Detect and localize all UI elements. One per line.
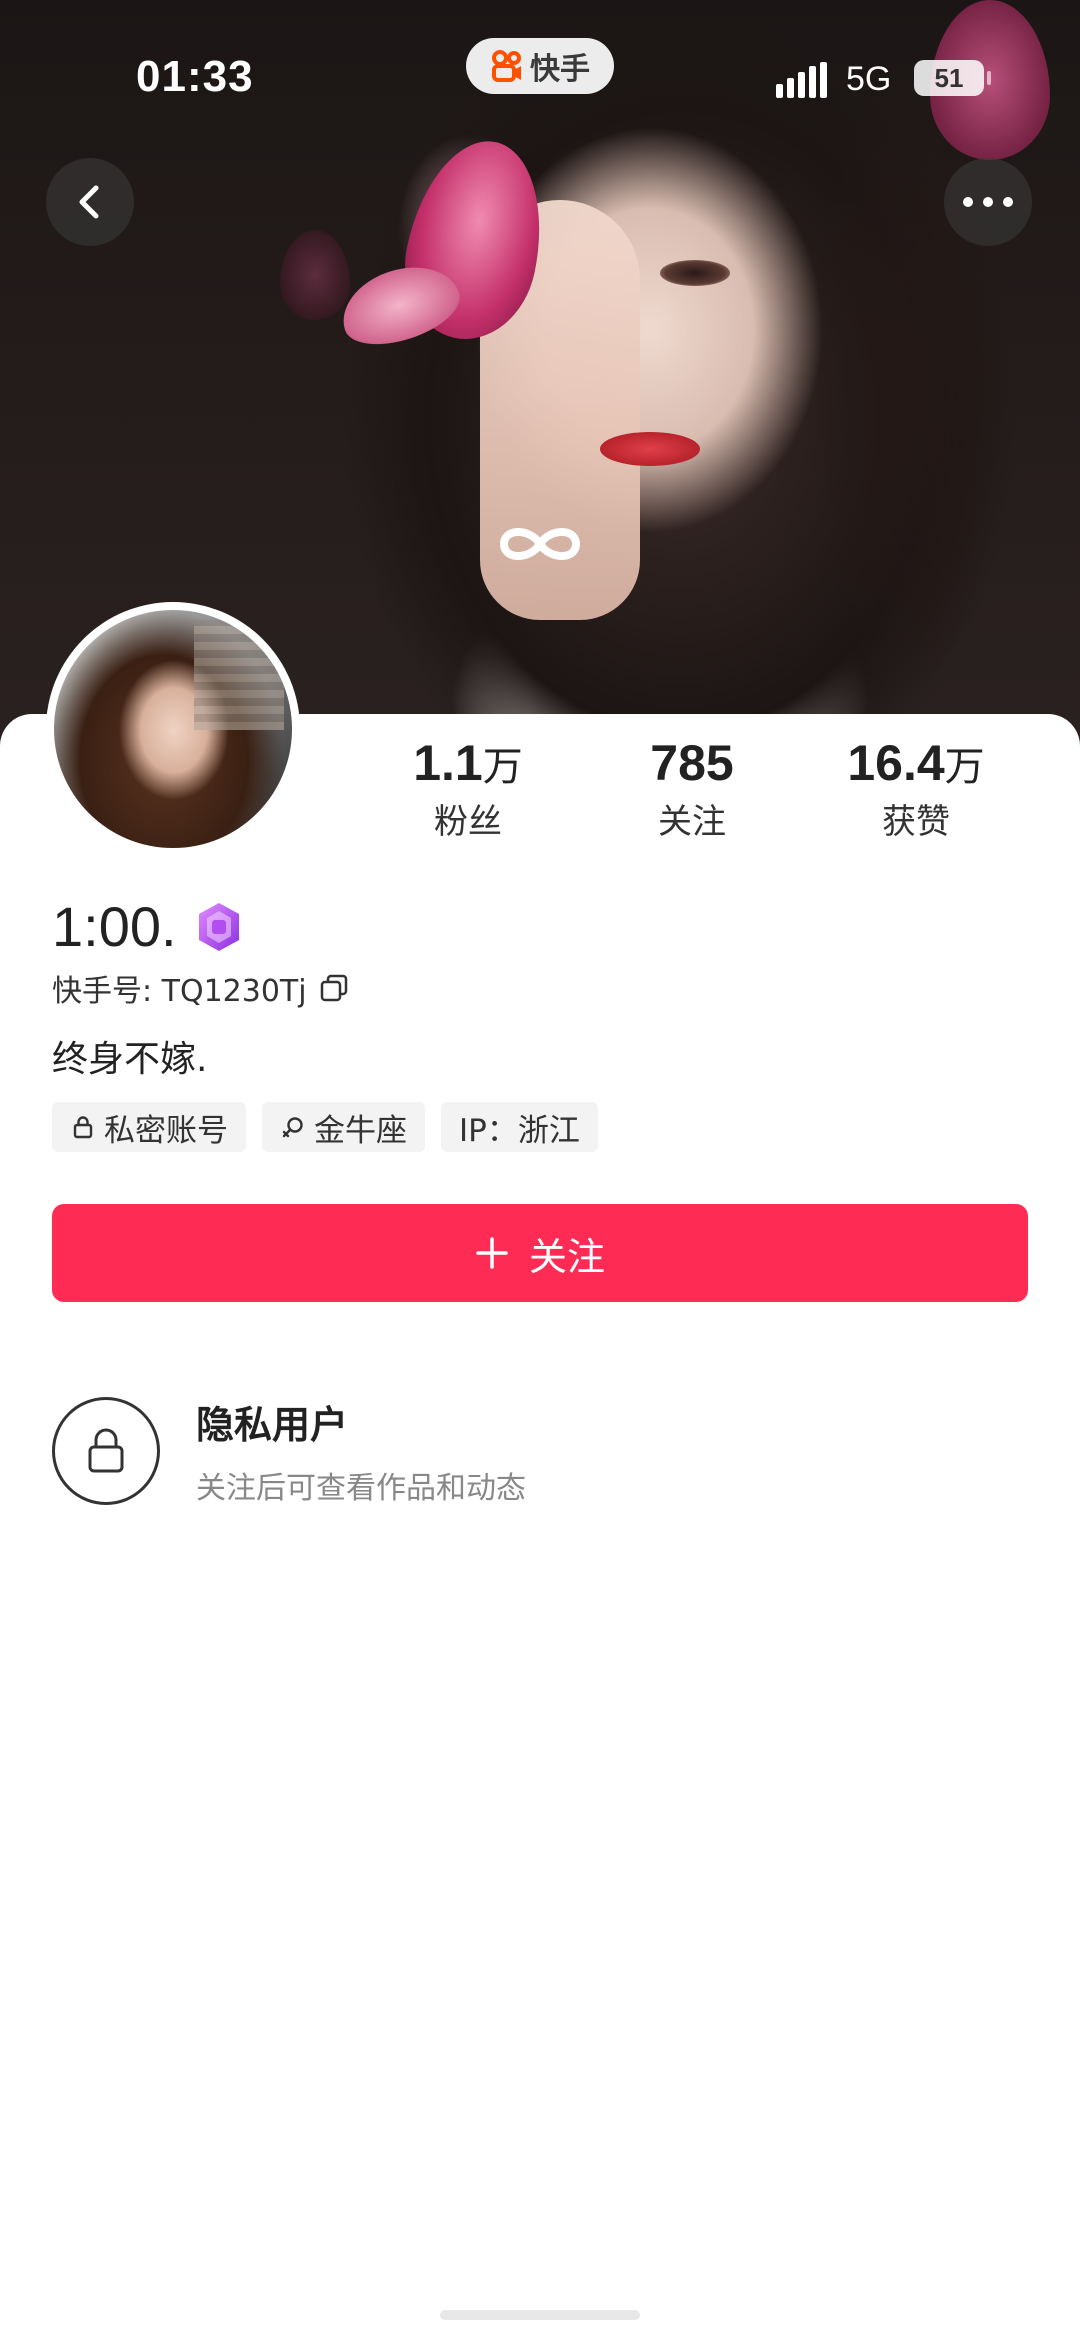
infinity-icon	[499, 528, 581, 560]
status-time: 01:33	[136, 52, 254, 101]
more-dots-icon	[963, 197, 1013, 207]
app-indicator-pill[interactable]: 快手	[466, 38, 614, 94]
username: 1:00.	[52, 895, 177, 958]
network-type: 5G	[846, 60, 892, 98]
private-subtitle: 关注后可查看作品和动态	[196, 1471, 526, 1506]
stat-likes-value: 16.4	[847, 735, 945, 791]
private-lock-badge	[52, 1396, 160, 1505]
lock-icon	[88, 1428, 124, 1472]
stat-fans-unit: 万	[482, 744, 523, 790]
private-user-notice: 隐私用户 关注后可查看作品和动态	[52, 1394, 526, 1507]
chevron-left-icon	[79, 185, 99, 219]
copy-icon[interactable]	[319, 973, 349, 1003]
kuaishou-id-row: 快手号: TQ1230Tj	[52, 966, 349, 1010]
back-button[interactable]	[46, 158, 134, 246]
stat-fans-label: 粉丝	[434, 802, 502, 842]
username-row: 1:00.	[52, 894, 243, 959]
kuaishou-logo-icon	[492, 50, 521, 82]
profile-page: 01:33 快手 5G 51 1.1万 粉丝 785 关注 16.4万 获赞 1…	[0, 0, 1080, 2341]
stat-fans-value: 1.1	[413, 735, 483, 791]
tag-ip-label: IP：浙江	[459, 1112, 580, 1149]
profile-tags: 私密账号 金牛座 IP：浙江	[52, 1102, 598, 1152]
stat-following[interactable]: 785 关注	[592, 734, 792, 843]
profile-stats: 1.1万 粉丝 785 关注 16.4万 获赞	[0, 734, 1080, 854]
lock-icon	[73, 1116, 93, 1139]
follow-button[interactable]: 关注	[52, 1204, 1028, 1302]
bio-text: 终身不嫁.	[52, 1039, 208, 1080]
gem-badge-icon[interactable]	[195, 901, 243, 953]
tag-ip-location: IP：浙江	[441, 1102, 598, 1152]
more-button[interactable]	[944, 158, 1032, 246]
plus-icon	[476, 1237, 508, 1269]
zodiac-icon	[282, 1117, 303, 1138]
tag-zodiac-label: 金牛座	[314, 1112, 407, 1149]
tag-zodiac: 金牛座	[262, 1102, 425, 1152]
home-indicator[interactable]	[440, 2310, 640, 2320]
battery-tip	[987, 71, 991, 85]
tag-private-label: 私密账号	[104, 1112, 228, 1149]
private-title: 隐私用户	[196, 1403, 349, 1447]
tag-private-account: 私密账号	[52, 1102, 246, 1152]
stat-likes-label: 获赞	[882, 802, 950, 842]
kuaishou-id: 快手号: TQ1230Tj	[52, 974, 307, 1009]
signal-icon	[776, 62, 827, 98]
battery-icon: 51	[914, 60, 984, 96]
stat-likes[interactable]: 16.4万 获赞	[816, 734, 1016, 843]
stat-fans[interactable]: 1.1万 粉丝	[368, 734, 568, 843]
stat-following-label: 关注	[658, 802, 726, 842]
stat-likes-unit: 万	[944, 744, 985, 790]
follow-button-label: 关注	[528, 1234, 605, 1279]
app-name-label: 快手	[530, 52, 590, 87]
battery-level: 51	[934, 62, 964, 93]
stat-following-value: 785	[650, 735, 734, 791]
